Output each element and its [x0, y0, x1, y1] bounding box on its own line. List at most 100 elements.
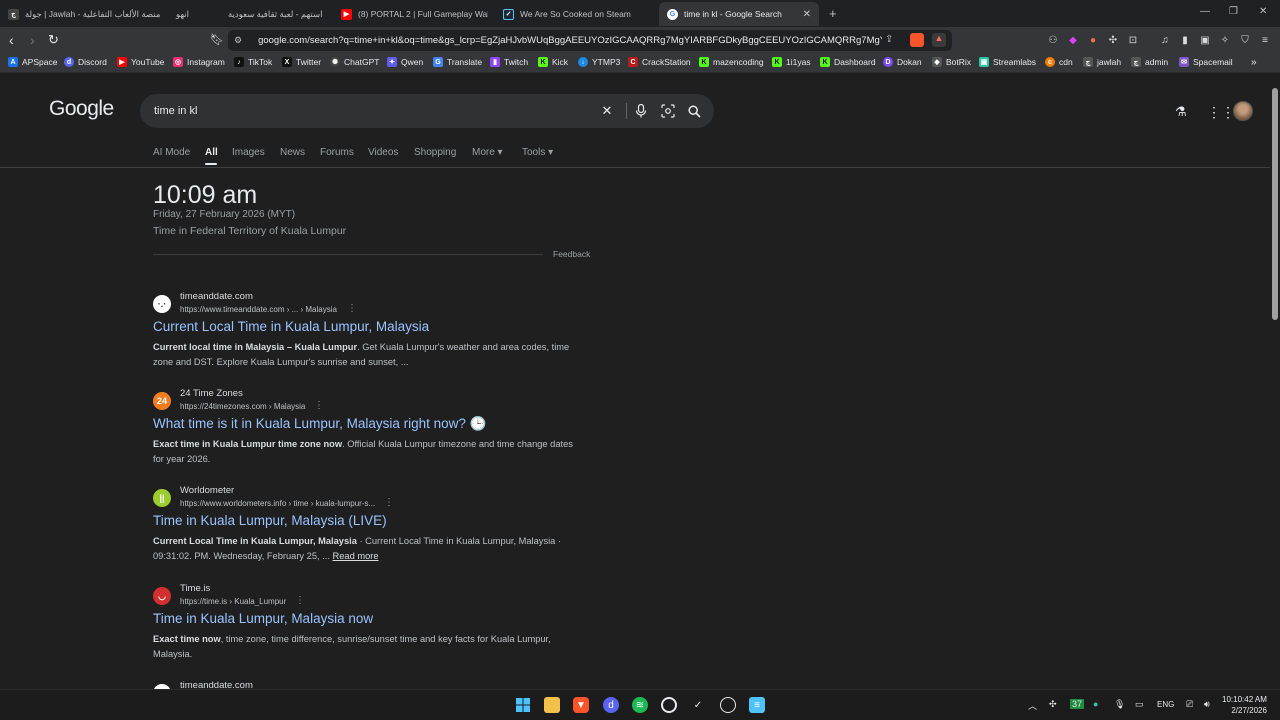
network-share-icon[interactable]: ✣: [1049, 699, 1057, 710]
search-input[interactable]: time in kl: [154, 105, 197, 117]
bookmark-dokan[interactable]: D Dokan: [883, 57, 922, 67]
result-site[interactable]: timeanddate.com: [180, 291, 253, 302]
result-site[interactable]: Worldometer: [180, 485, 234, 496]
steam-icon[interactable]: ✓: [690, 697, 706, 713]
extensions-icon[interactable]: ✣: [1106, 33, 1120, 47]
extension-icon-3[interactable]: ●: [1086, 33, 1100, 47]
extension-icon-1[interactable]: ⚇: [1046, 33, 1060, 47]
bookmark-tiktok[interactable]: ♪ TikTok: [234, 57, 272, 67]
obs-icon[interactable]: [661, 697, 677, 713]
maximize-button[interactable]: ❐: [1229, 6, 1238, 17]
result-url[interactable]: https://24timezones.com › Malaysia: [180, 402, 305, 411]
search-icon[interactable]: [687, 104, 701, 118]
clock-app-icon[interactable]: [720, 697, 736, 713]
sidebar-icon[interactable]: ▮: [1178, 33, 1192, 47]
read-more-link[interactable]: Read more: [333, 551, 379, 561]
minimize-button[interactable]: —: [1200, 6, 1210, 17]
bookmark-admin[interactable]: ج admin: [1131, 57, 1168, 67]
notepad-icon[interactable]: ≡: [749, 697, 765, 713]
bookmark-botrix[interactable]: ◆ BotRix: [932, 57, 971, 67]
bookmark-twitter[interactable]: X Twitter: [282, 57, 321, 67]
result-url[interactable]: https://time.is › Kuala_Lumpur: [180, 597, 286, 606]
bookmark-jawlah[interactable]: ج jawlah: [1083, 57, 1121, 67]
scrollbar-thumb[interactable]: [1272, 88, 1278, 320]
apps-icon[interactable]: ⋮⋮: [1207, 104, 1235, 121]
tab-jawlah[interactable]: ج جولة | Jawlah - منصة الألعاب التفاعلية: [0, 2, 170, 26]
bookmark-instagram[interactable]: ◎ Instagram: [173, 57, 225, 67]
microphone-icon[interactable]: 🎙︎: [1114, 699, 1125, 710]
brave-rewards-icon[interactable]: ▲: [932, 33, 946, 47]
leo-icon[interactable]: ✧: [1218, 33, 1232, 47]
network-icon[interactable]: ⎚: [1186, 699, 1193, 710]
clear-icon[interactable]: ✕: [600, 103, 614, 118]
bookmark-mazencoding[interactable]: Kmazencoding: [699, 57, 764, 67]
tray-app-icon[interactable]: 37: [1070, 699, 1085, 709]
bookmark-kick[interactable]: K Kick: [538, 57, 568, 67]
wallet-icon[interactable]: ▣: [1198, 33, 1212, 47]
vpn-icon[interactable]: ⛉: [1238, 33, 1252, 47]
result-title[interactable]: Current Local Time in Kuala Lumpur, Mala…: [153, 319, 429, 334]
language-indicator[interactable]: ENG: [1157, 700, 1174, 709]
result-url[interactable]: https://www.timeanddate.com › ... › Mala…: [180, 305, 337, 314]
tab-all[interactable]: All: [205, 147, 218, 158]
address-bar[interactable]: ⚙ google.com/search?q=time+in+kl&oq=time…: [228, 30, 952, 51]
spotify-icon[interactable]: ≋: [632, 697, 648, 713]
tab-videos[interactable]: Videos: [368, 147, 398, 158]
streamlabs-icon[interactable]: ●: [1093, 699, 1098, 709]
more-options-icon[interactable]: ⋮: [347, 303, 357, 314]
bookmark-youtube[interactable]: ▶ YouTube: [117, 57, 164, 67]
brave-shield-icon[interactable]: [910, 33, 924, 47]
media-icon[interactable]: ♫: [1158, 33, 1172, 47]
tab-arabic-2[interactable]: استهم - لعبة ثقافية سعودية: [220, 2, 330, 26]
bookmark-ytmp3[interactable]: ↓ YTMP3: [578, 57, 620, 67]
tab-images[interactable]: Images: [232, 147, 265, 158]
close-icon[interactable]: ✕: [803, 9, 811, 20]
result-site[interactable]: 24 Time Zones: [180, 388, 243, 399]
discord-icon[interactable]: d: [603, 697, 619, 713]
result-title[interactable]: Time in Kuala Lumpur, Malaysia (LIVE): [153, 513, 387, 528]
bookmark-twitch[interactable]: ▮ Twitch: [490, 57, 528, 67]
avatar[interactable]: [1233, 101, 1253, 121]
more-options-icon[interactable]: ⋮: [314, 400, 324, 411]
google-logo[interactable]: Google: [49, 97, 114, 121]
close-window-button[interactable]: ✕: [1259, 6, 1267, 17]
result-site[interactable]: Time.is: [180, 583, 210, 594]
more-options-icon[interactable]: ⋮: [384, 497, 394, 508]
tab-steam[interactable]: ✓ We Are So Cooked on Steam: [495, 2, 655, 26]
lens-icon[interactable]: [661, 104, 675, 118]
forward-icon[interactable]: ›: [30, 32, 35, 48]
file-explorer-icon[interactable]: [544, 697, 560, 713]
tab-tools[interactable]: Tools ▾: [522, 147, 553, 158]
bookmark-spacemail[interactable]: ✉ Spacemail: [1179, 57, 1233, 67]
bookmark-dashboard[interactable]: K Dashboard: [820, 57, 876, 67]
bookmark-streamlabs[interactable]: ▣ Streamlabs: [979, 57, 1036, 67]
tab-forums[interactable]: Forums: [320, 147, 354, 158]
result-url[interactable]: https://www.worldometers.info › time › k…: [180, 499, 375, 508]
share-icon[interactable]: ⇪: [885, 34, 893, 45]
bookmark-crackstation[interactable]: C CrackStation: [628, 57, 691, 67]
site-info-icon[interactable]: ⚙: [234, 35, 242, 46]
search-box[interactable]: time in kl ✕: [140, 94, 714, 128]
bookmark-cdn[interactable]: c cdn: [1045, 57, 1073, 67]
result-title[interactable]: Time in Kuala Lumpur, Malaysia now: [153, 611, 373, 626]
labs-icon[interactable]: ⚗: [1175, 104, 1187, 120]
back-icon[interactable]: ‹: [9, 32, 14, 48]
reload-icon[interactable]: ↻: [48, 32, 59, 48]
tab-youtube[interactable]: ▶ (8) PORTAL 2 | Full Gameplay Walkth: [333, 2, 488, 26]
system-clock[interactable]: 10:10:42 AM 2/27/2026: [1222, 694, 1267, 716]
bookmark-1i1yas[interactable]: K 1i1yas: [772, 57, 811, 67]
windows-start-icon[interactable]: [515, 697, 531, 713]
screenshot-icon[interactable]: ⊡: [1126, 33, 1140, 47]
tab-arabic-1[interactable]: انهو: [168, 2, 218, 26]
brave-browser-icon[interactable]: ▼: [573, 697, 589, 713]
tab-shopping[interactable]: Shopping: [414, 147, 456, 158]
more-bookmarks-icon[interactable]: »: [1251, 57, 1257, 68]
feedback-link[interactable]: Feedback: [553, 249, 590, 259]
bookmark-qwen[interactable]: ✦ Qwen: [387, 57, 423, 67]
menu-icon[interactable]: ≡: [1258, 33, 1272, 47]
tab-ai-mode[interactable]: AI Mode: [153, 147, 190, 158]
bookmark-apspace[interactable]: A APSpace: [8, 57, 57, 67]
tab-news[interactable]: News: [280, 147, 305, 158]
tab-more[interactable]: More ▾: [472, 147, 503, 158]
show-hidden-icons[interactable]: ︿: [1028, 699, 1037, 712]
